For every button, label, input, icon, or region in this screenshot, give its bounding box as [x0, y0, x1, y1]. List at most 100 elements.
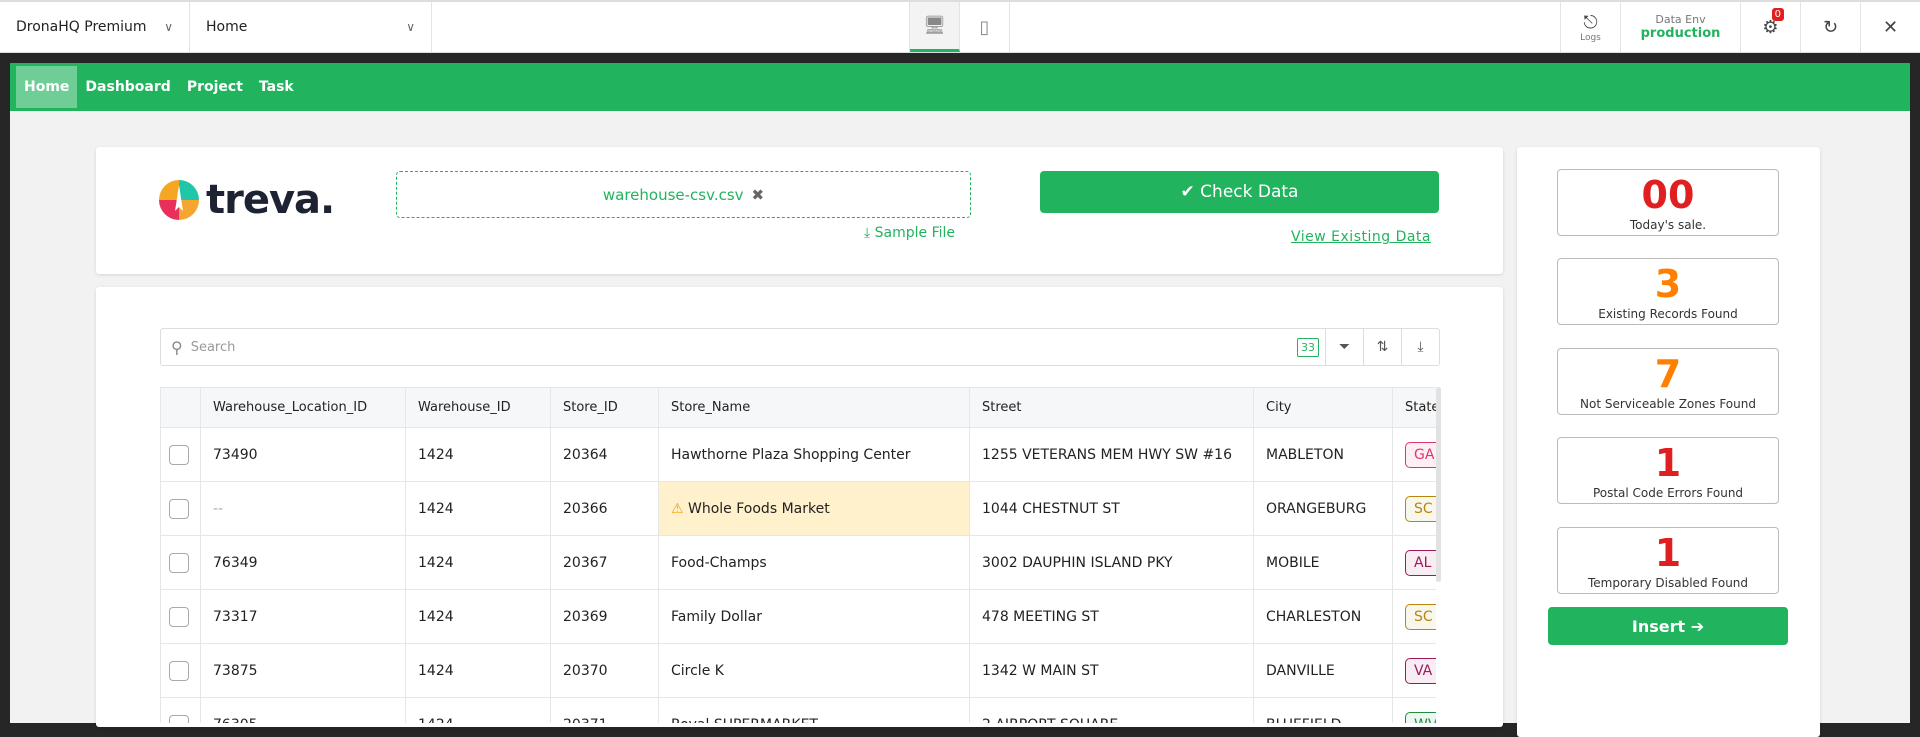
desktop-view-button[interactable]: 🖥	[910, 2, 960, 52]
stat-label: Temporary Disabled Found	[1587, 576, 1749, 590]
cell: 1424	[405, 643, 551, 698]
stat-card: 3 Existing Records Found	[1557, 258, 1779, 325]
spacer	[432, 2, 910, 52]
check-data-button[interactable]: ✔ Check Data	[1040, 171, 1439, 213]
page-select[interactable]: Home ∨	[190, 2, 432, 52]
stat-card: 1 Temporary Disabled Found	[1557, 527, 1779, 594]
app-select[interactable]: DronaHQ Premium ∨	[0, 2, 190, 52]
close-icon: ✕	[1882, 16, 1899, 38]
column-header[interactable]: Warehouse_Location_ID	[200, 387, 406, 428]
cell: MABLETON	[1253, 427, 1393, 482]
data-table: Warehouse_Location_ID Warehouse_ID Store…	[160, 387, 1436, 723]
stat-value: 3	[1654, 262, 1682, 306]
column-header[interactable]: Street	[969, 387, 1254, 428]
table-row[interactable]: 73317 1424 20369 Family Dollar 478 MEETING S…	[160, 589, 1436, 644]
table-scrollbar[interactable]	[1436, 387, 1441, 582]
cell: CHARLESTON	[1253, 589, 1393, 644]
mobile-view-button[interactable]: ▯	[960, 2, 1010, 52]
table-row[interactable]: 76305142420371Royal SUPERMARKET2 AIRPORT…	[160, 697, 1436, 723]
nav-task[interactable]: Task	[251, 66, 302, 108]
table-row[interactable]: -- 1424 20366 ⚠ Whole Foods Market 1044 CHES…	[160, 481, 1436, 536]
logo: treva.	[156, 177, 335, 223]
cell: BLUEFIELD	[1253, 697, 1393, 723]
row-checkbox[interactable]	[169, 498, 189, 519]
filter-button[interactable]: ⏷	[1325, 328, 1363, 366]
env-label: Data Env	[1655, 13, 1706, 26]
row-checkbox-cell	[160, 427, 201, 482]
column-header[interactable]: Warehouse_ID	[405, 387, 551, 428]
column-header[interactable]: State	[1392, 387, 1436, 428]
debug-button[interactable]: ⚙ 0	[1740, 2, 1800, 52]
stat-label: Existing Records Found	[1598, 307, 1738, 321]
cell: 20369	[550, 589, 659, 644]
insert-button[interactable]: Insert ➔	[1548, 607, 1788, 645]
cell: Royal SUPERMARKET	[658, 697, 970, 723]
remove-file-icon[interactable]: ✖	[752, 186, 765, 204]
nav-dashboard[interactable]: Dashboard	[77, 66, 178, 108]
search-input[interactable]: Search	[183, 340, 1297, 355]
download-button[interactable]: ⤓	[1401, 328, 1439, 366]
cell: 1255 VETERANS MEM HWY SW #16	[969, 427, 1254, 482]
file-dropzone[interactable]: warehouse-csv.csv ✖	[396, 171, 971, 218]
table-header: Warehouse_Location_ID Warehouse_ID Store…	[160, 387, 1436, 428]
stat-value: 7	[1654, 352, 1682, 396]
table-card: ⚲ Search 33 ⏷ ⇅ ⤓ Warehouse_Location_ID …	[96, 287, 1503, 727]
plug-icon: ⎋	[1583, 11, 1598, 33]
cell: 1424	[405, 481, 551, 536]
app-canvas: Home Dashboard Project Task treva. wareh…	[10, 63, 1910, 737]
row-checkbox[interactable]	[169, 606, 189, 627]
row-checkbox-cell	[160, 589, 201, 644]
row-checkbox[interactable]	[169, 660, 189, 681]
cell-state: WV	[1392, 697, 1436, 723]
table-row[interactable]: 73875 1424 20370 Circle K 1342 W MAIN ST DANV…	[160, 643, 1436, 698]
insert-label: Insert	[1631, 616, 1686, 636]
row-checkbox-cell	[160, 643, 201, 698]
filter-icon: ⏷	[1338, 339, 1351, 355]
column-header[interactable]: Store_Name	[658, 387, 970, 428]
sort-button[interactable]: ⇅	[1363, 328, 1401, 366]
stat-label: Postal Code Errors Found	[1592, 486, 1744, 500]
row-checkbox[interactable]	[169, 444, 189, 465]
state-badge: GA	[1405, 441, 1436, 468]
column-header[interactable]: Store_ID	[550, 387, 659, 428]
desktop-icon: 🖥	[923, 15, 946, 36]
download-icon: ⤓	[1417, 339, 1424, 355]
row-checkbox-cell	[160, 697, 201, 723]
sample-file-link[interactable]: ⤓ Sample File	[864, 225, 955, 241]
sort-icon: ⇅	[1376, 339, 1389, 355]
table-row[interactable]: 73490 1424 20364 Hawthorne Plaza Shopping C…	[160, 427, 1436, 482]
logo-text: treva.	[206, 177, 335, 223]
table-row[interactable]: 76349 1424 20367 Food-Champs 3002 DAUPHIN IS…	[160, 535, 1436, 590]
app-select-value: DronaHQ Premium	[16, 19, 147, 35]
top-bar: DronaHQ Premium ∨ Home ∨ 🖥 ▯ ⎋ Logs Data En…	[0, 0, 1920, 53]
cell: 20371	[550, 697, 659, 723]
state-badge: SC	[1405, 495, 1436, 522]
stat-label: Today's sale.	[1629, 218, 1707, 232]
state-badge: AL	[1405, 549, 1436, 576]
treva-logo-icon	[159, 180, 199, 220]
sample-file-label: Sample File	[874, 225, 956, 241]
cell: 73317	[200, 589, 406, 644]
check-data-label: Check Data	[1200, 182, 1299, 202]
nav-bar: Home Dashboard Project Task	[10, 63, 1910, 111]
chevron-down-icon: ∨	[406, 20, 415, 34]
cell: 1424	[405, 589, 551, 644]
row-checkbox[interactable]	[169, 714, 189, 723]
state-badge: VA	[1405, 657, 1436, 684]
stat-card: 00 Today's sale.	[1557, 169, 1779, 236]
page-select-value: Home	[206, 19, 248, 35]
env-value: production	[1640, 26, 1721, 41]
column-header[interactable]: City	[1253, 387, 1393, 428]
close-button[interactable]: ✕	[1860, 2, 1920, 52]
cell: 73875	[200, 643, 406, 698]
cell-state: VA	[1392, 643, 1436, 698]
refresh-button[interactable]: ↻	[1800, 2, 1860, 52]
view-existing-data-link[interactable]: View Existing Data	[1291, 229, 1431, 245]
row-checkbox[interactable]	[169, 552, 189, 573]
nav-home[interactable]: Home	[16, 66, 78, 108]
nav-project[interactable]: Project	[179, 66, 251, 108]
chevron-down-icon: ∨	[164, 20, 173, 34]
logs-button[interactable]: ⎋ Logs	[1560, 2, 1620, 52]
data-env-selector[interactable]: Data Env production	[1620, 2, 1740, 52]
